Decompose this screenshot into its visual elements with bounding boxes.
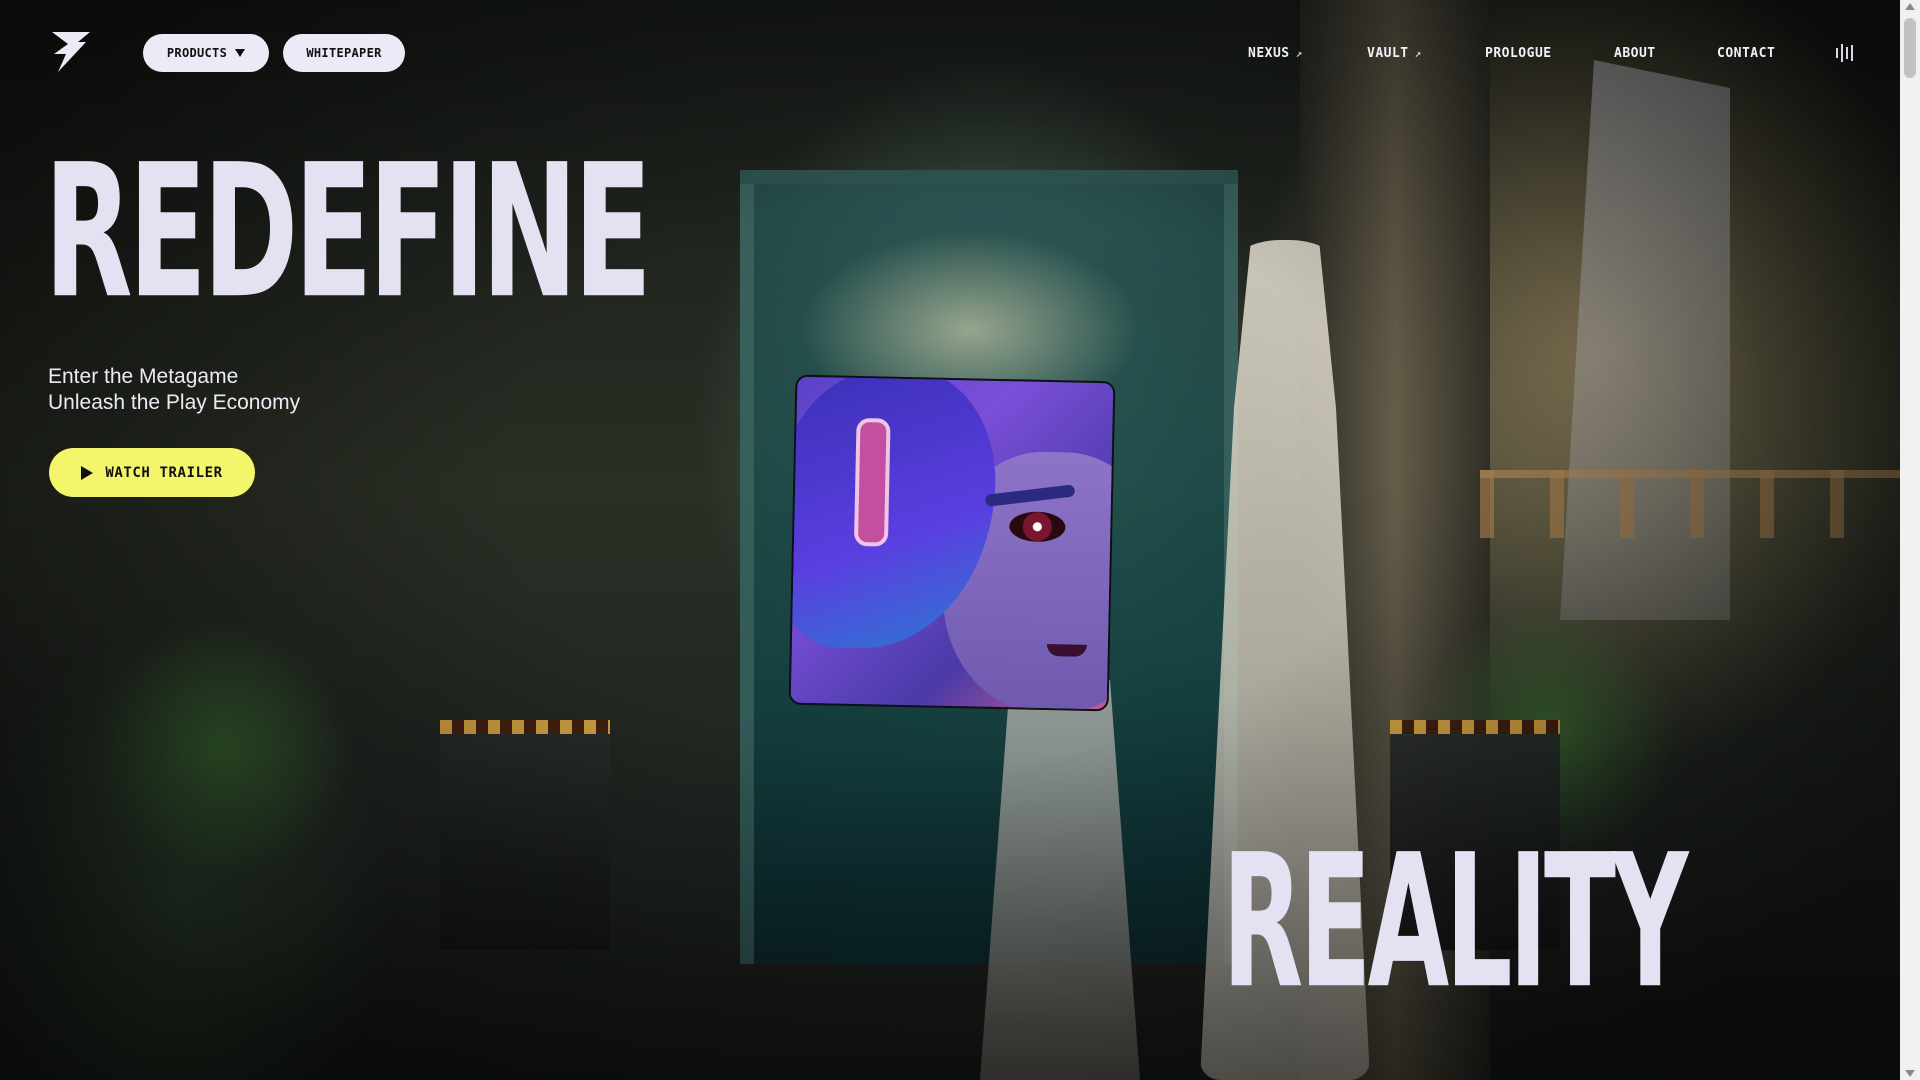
hero-tagline: Enter the Metagame Unleash the Play Econ… <box>48 364 300 416</box>
whitepaper-button[interactable]: WHITEPAPER <box>283 34 405 72</box>
nav-link-nexus[interactable]: NEXUS ↗ <box>1248 42 1303 64</box>
nav-label: PROLOGUE <box>1485 45 1552 61</box>
products-label: PRODUCTS <box>166 46 228 60</box>
character-portrait-card <box>788 374 1116 712</box>
character-mouth <box>1046 644 1087 657</box>
page-scrollbar[interactable] <box>1900 0 1920 1080</box>
scroll-up-arrow-icon[interactable] <box>1905 3 1915 10</box>
watch-trailer-label: WATCH TRAILER <box>105 464 223 481</box>
products-dropdown-button[interactable]: PRODUCTS <box>143 34 269 72</box>
nav-link-prologue[interactable]: PROLOGUE <box>1485 42 1552 64</box>
watch-trailer-button[interactable]: WATCH TRAILER <box>49 448 255 497</box>
hero-headline-top: REDEFINE <box>44 123 652 339</box>
whitepaper-label: WHITEPAPER <box>306 46 382 60</box>
nav-link-contact[interactable]: CONTACT <box>1717 42 1775 64</box>
nav-label: CONTACT <box>1717 45 1776 61</box>
lightning-bolt-logo[interactable] <box>48 28 94 76</box>
nav-link-vault[interactable]: VAULT ↗ <box>1367 42 1422 64</box>
tagline-line-1: Enter the Metagame <box>48 365 239 388</box>
scroll-down-arrow-icon[interactable] <box>1905 1070 1915 1077</box>
nav-label: NEXUS <box>1248 45 1290 61</box>
play-icon <box>81 465 94 480</box>
external-arrow-icon: ↗ <box>1414 46 1422 60</box>
chevron-down-icon <box>235 49 246 57</box>
headset-icon <box>853 417 891 547</box>
scrollbar-thumb[interactable] <box>1904 18 1916 78</box>
external-arrow-icon: ↗ <box>1295 46 1303 60</box>
nav-label: VAULT <box>1367 45 1409 61</box>
tagline-line-2: Unleash the Play Economy <box>48 391 301 414</box>
nav-label: ABOUT <box>1614 45 1656 61</box>
sound-bars-icon[interactable] <box>1836 43 1856 63</box>
hero-headline-bottom: REALITY <box>1222 813 1688 1029</box>
nav-link-about[interactable]: ABOUT <box>1614 42 1656 64</box>
